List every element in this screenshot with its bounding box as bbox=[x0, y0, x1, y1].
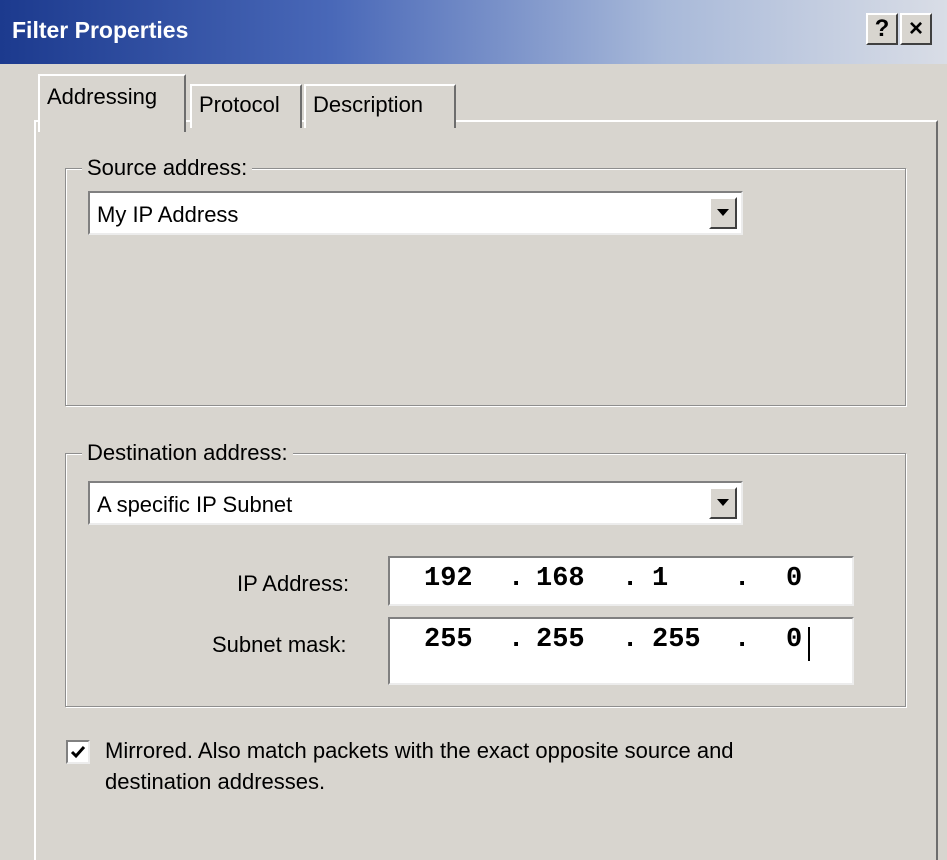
mask-octet-3[interactable]: 255 bbox=[652, 625, 701, 655]
ip-octet-3[interactable]: 1 bbox=[652, 564, 668, 594]
checkmark-icon bbox=[70, 746, 86, 759]
mirrored-checkbox[interactable] bbox=[66, 740, 90, 764]
title-bar: Filter Properties ? × bbox=[0, 0, 947, 64]
destination-address-value: A specific IP Subnet bbox=[97, 492, 293, 517]
octet-separator: . bbox=[508, 564, 525, 594]
text-caret bbox=[808, 627, 810, 661]
mirrored-label: Mirrored. Also match packets with the ex… bbox=[105, 738, 734, 794]
octet-separator: . bbox=[508, 625, 525, 655]
octet-separator: . bbox=[622, 625, 639, 655]
octet-separator: . bbox=[734, 625, 751, 655]
tab-protocol[interactable]: Protocol bbox=[190, 84, 302, 128]
source-address-label: Source address: bbox=[82, 156, 253, 180]
chevron-down-icon bbox=[717, 499, 729, 506]
tab-label: Protocol bbox=[199, 92, 280, 117]
window-title: Filter Properties bbox=[12, 17, 189, 43]
subnet-mask-field[interactable]: 255 . 255 . 255 . 0 bbox=[388, 617, 854, 685]
chevron-down-icon bbox=[717, 209, 729, 216]
source-dropdown-button[interactable] bbox=[709, 197, 737, 229]
tab-label: Addressing bbox=[47, 84, 158, 109]
ip-address-label: IP Address: bbox=[237, 571, 350, 596]
destination-address-dropdown[interactable]: A specific IP Subnet bbox=[88, 481, 743, 525]
source-address-dropdown[interactable]: My IP Address bbox=[88, 191, 743, 235]
octet-separator: . bbox=[622, 564, 639, 594]
tab-addressing[interactable]: Addressing bbox=[38, 74, 186, 132]
tab-label: Description bbox=[313, 92, 424, 117]
subnet-mask-label: Subnet mask: bbox=[212, 632, 347, 657]
mask-octet-1[interactable]: 255 bbox=[424, 625, 473, 655]
help-button[interactable]: ? bbox=[866, 13, 898, 45]
ip-address-field[interactable]: 192 . 168 . 1 . 0 bbox=[388, 556, 854, 606]
octet-separator: . bbox=[734, 564, 751, 594]
source-address-value: My IP Address bbox=[97, 202, 239, 227]
mask-octet-4[interactable]: 0 bbox=[786, 625, 802, 655]
close-button[interactable]: × bbox=[900, 13, 932, 45]
ip-octet-4[interactable]: 0 bbox=[786, 564, 802, 594]
destination-address-label: Destination address: bbox=[82, 441, 293, 465]
destination-dropdown-button[interactable] bbox=[709, 487, 737, 519]
ip-octet-1[interactable]: 192 bbox=[424, 564, 473, 594]
ip-octet-2[interactable]: 168 bbox=[536, 564, 585, 594]
mask-octet-2[interactable]: 255 bbox=[536, 625, 585, 655]
tab-description[interactable]: Description bbox=[304, 84, 456, 128]
